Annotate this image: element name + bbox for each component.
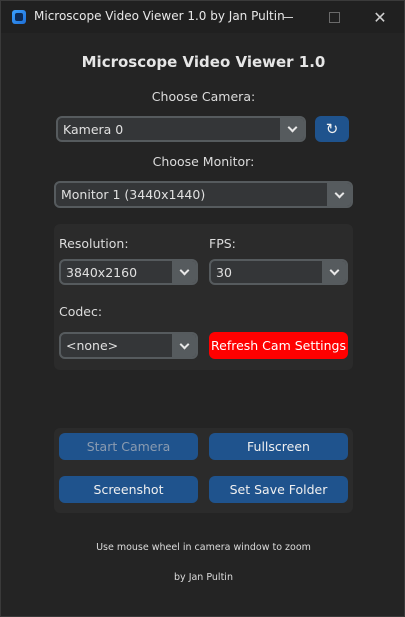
camera-label: Choose Camera:: [151, 89, 256, 104]
codec-select-value: <none>: [66, 338, 119, 353]
refresh-icon: ↻: [325, 120, 339, 138]
maximize-button[interactable]: [311, 1, 357, 33]
codec-dropdown-toggle[interactable]: [172, 334, 196, 357]
start-camera-button[interactable]: Start Camera: [59, 433, 198, 460]
chevron-down-icon: [329, 265, 339, 276]
resolution-label: Resolution:: [59, 236, 129, 251]
camera-select[interactable]: Kamera 0: [56, 116, 306, 142]
maximize-icon: [328, 11, 340, 23]
camera-select-value: Kamera 0: [63, 122, 124, 137]
set-save-folder-button[interactable]: Set Save Folder: [209, 476, 348, 503]
screenshot-button[interactable]: Screenshot: [59, 476, 198, 503]
monitor-select-value: Monitor 1 (3440x1440): [61, 187, 206, 202]
codec-label: Codec:: [59, 304, 103, 319]
author-credit: by Jan Pultin: [174, 572, 233, 583]
camera-dropdown-toggle[interactable]: [280, 118, 304, 140]
codec-select[interactable]: <none>: [59, 332, 198, 359]
close-icon: ✕: [373, 7, 387, 27]
fullscreen-button[interactable]: Fullscreen: [209, 433, 348, 460]
monitor-select[interactable]: Monitor 1 (3440x1440): [54, 181, 353, 208]
app-icon: [12, 10, 26, 24]
monitor-dropdown-toggle[interactable]: [327, 183, 351, 206]
close-button[interactable]: ✕: [357, 1, 403, 33]
chevron-down-icon: [334, 188, 344, 198]
resolution-dropdown-toggle[interactable]: [172, 261, 196, 283]
refresh-cam-settings-button[interactable]: Refresh Cam Settings: [209, 332, 348, 359]
fps-label: FPS:: [209, 236, 236, 251]
zoom-hint: Use mouse wheel in camera window to zoom: [96, 542, 311, 553]
resolution-select-value: 3840x2160: [66, 265, 138, 280]
fps-dropdown-toggle[interactable]: [322, 261, 346, 283]
camera-settings-panel: Resolution: FPS: 3840x2160 30 Codec: <no…: [54, 224, 353, 370]
actions-panel: Start Camera Fullscreen Screenshot Set S…: [54, 428, 353, 513]
app-window: Microscope Video Viewer 1.0 by Jan Pulti…: [0, 0, 405, 617]
fps-select[interactable]: 30: [209, 259, 348, 285]
chevron-down-icon: [179, 265, 189, 276]
chevron-down-icon: [179, 339, 189, 349]
monitor-label: Choose Monitor:: [152, 154, 255, 169]
window-title: Microscope Video Viewer 1.0 by Jan Pulti…: [34, 9, 285, 23]
minimize-button[interactable]: [265, 1, 311, 33]
fps-select-value: 30: [216, 265, 232, 280]
app-heading: Microscope Video Viewer 1.0: [81, 53, 326, 71]
refresh-cameras-button[interactable]: ↻: [315, 116, 349, 142]
minimize-icon: [283, 16, 293, 18]
title-bar[interactable]: Microscope Video Viewer 1.0 by Jan Pulti…: [1, 1, 404, 33]
chevron-down-icon: [287, 122, 297, 133]
resolution-select[interactable]: 3840x2160: [59, 259, 198, 285]
